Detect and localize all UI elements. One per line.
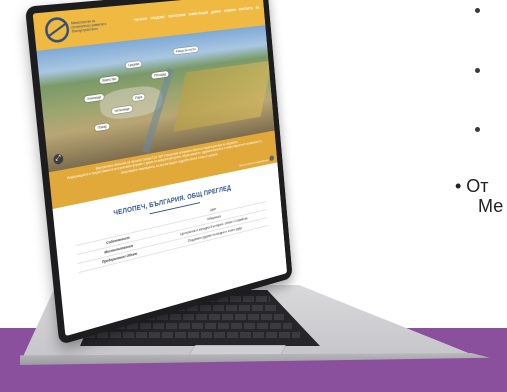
fullscreen-icon[interactable]: ⤢	[53, 153, 64, 166]
logo-text: Министерство на регионалното развитие и …	[70, 19, 107, 34]
logo-icon[interactable]	[43, 15, 71, 44]
map-pin[interactable]: Къща за гости	[173, 46, 199, 55]
nav-item[interactable]: НАЧАЛО	[134, 17, 147, 22]
field	[173, 60, 273, 132]
nav-item[interactable]: ГРАДОВЕ	[150, 15, 164, 20]
nav-item[interactable]: КОНТАКТИ	[239, 6, 253, 11]
key-row	[84, 332, 300, 338]
nav-item[interactable]: ДАННИ	[211, 10, 221, 15]
map-pin[interactable]: Църква	[125, 60, 143, 69]
laptop-mockup: Министерство на регионалното развитие и …	[0, 0, 507, 392]
main-nav: НАЧАЛО ГРАДОВЕ ТЕРИТОРИЯ ИНВЕСТИЦИИ ДАНН…	[134, 6, 259, 22]
nav-item[interactable]: ИНВЕСТИЦИИ	[188, 11, 208, 17]
website-display: Министерство на регионалното развитие и …	[32, 0, 288, 337]
nav-item[interactable]: EN	[256, 6, 260, 10]
nav-item[interactable]: ТЕРИТОРИЯ	[168, 13, 186, 19]
scroll-button[interactable]	[269, 155, 275, 162]
overview-table: Цвят Собственост Общинска Местоположение…	[75, 193, 268, 273]
nav-item[interactable]: НОВИНИ	[224, 8, 236, 13]
map-pin[interactable]: Кметство	[99, 75, 120, 85]
map-pin[interactable]: Пазар	[94, 122, 110, 132]
